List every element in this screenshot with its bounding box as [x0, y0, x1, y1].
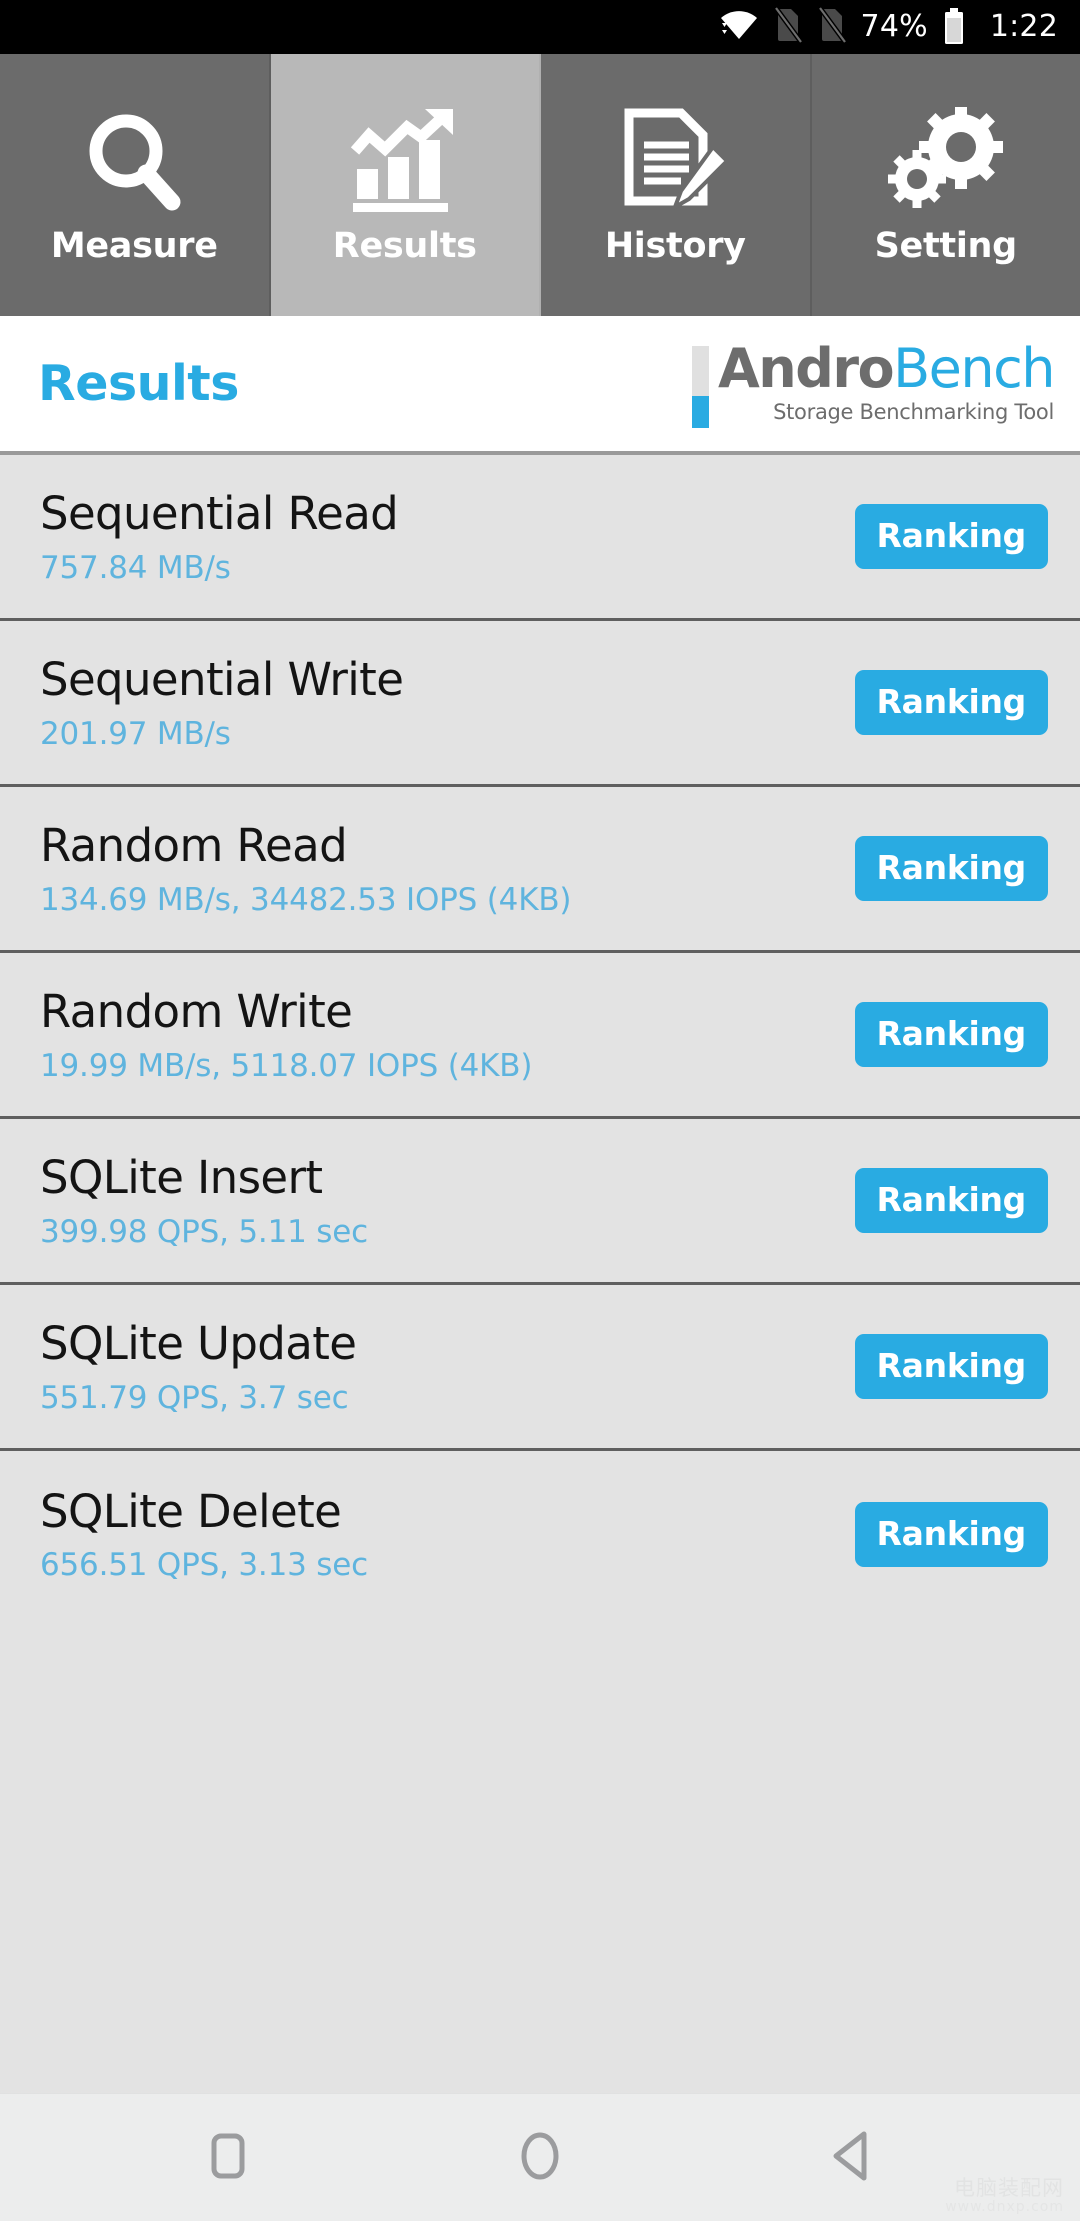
tab-setting-label: Setting	[875, 229, 1017, 264]
page-title: Results	[38, 355, 239, 412]
watermark-main: 电脑装配网	[945, 2177, 1064, 2200]
tab-history[interactable]: History	[541, 54, 812, 316]
result-name: Random Read	[40, 820, 571, 872]
ranking-button[interactable]: Ranking	[855, 504, 1048, 569]
row-text-group: Random Write 19.99 MB/s, 5118.07 IOPS (4…	[40, 986, 532, 1083]
row-text-group: Sequential Write 201.97 MB/s	[40, 654, 403, 751]
ranking-button[interactable]: Ranking	[855, 1002, 1048, 1067]
row-text-group: Sequential Read 757.84 MB/s	[40, 488, 398, 585]
clock-label: 1:22	[990, 12, 1058, 42]
result-value: 656.51 QPS, 3.13 sec	[40, 1548, 368, 1582]
result-value: 19.99 MB/s, 5118.07 IOPS (4KB)	[40, 1049, 532, 1083]
result-value: 134.69 MB/s, 34482.53 IOPS (4KB)	[40, 883, 571, 917]
table-row[interactable]: Sequential Read 757.84 MB/s Ranking	[0, 455, 1080, 621]
result-name: Sequential Read	[40, 488, 398, 540]
status-bar: 74% 1:22	[0, 0, 1080, 54]
tab-measure-label: Measure	[51, 229, 218, 264]
watermark-sub: www.dnxp.com	[945, 2200, 1064, 2215]
tab-history-label: History	[605, 229, 746, 264]
document-pencil-icon	[619, 107, 731, 215]
ranking-button[interactable]: Ranking	[855, 1502, 1048, 1567]
tab-measure[interactable]: Measure	[0, 54, 271, 316]
recents-button[interactable]	[186, 2116, 270, 2200]
androbench-logo: AndroBench Storage Benchmarking Tool	[692, 340, 1054, 428]
table-row[interactable]: SQLite Insert 399.98 QPS, 5.11 sec Ranki…	[0, 1119, 1080, 1285]
result-value: 399.98 QPS, 5.11 sec	[40, 1215, 368, 1249]
table-row[interactable]: SQLite Update 551.79 QPS, 3.7 sec Rankin…	[0, 1285, 1080, 1451]
bar-chart-trend-icon	[349, 107, 461, 215]
ranking-button[interactable]: Ranking	[855, 1334, 1048, 1399]
logo-wordmark: AndroBench	[718, 343, 1054, 396]
logo-bench: Bench	[893, 337, 1054, 400]
status-bar-right-group: 74% 1:22	[719, 6, 1058, 48]
battery-percent-label: 74%	[861, 12, 928, 42]
logo-bar-icon	[692, 346, 709, 428]
row-text-group: Random Read 134.69 MB/s, 34482.53 IOPS (…	[40, 820, 571, 917]
home-button[interactable]	[498, 2116, 582, 2200]
table-row[interactable]: Random Read 134.69 MB/s, 34482.53 IOPS (…	[0, 787, 1080, 953]
row-text-group: SQLite Update 551.79 QPS, 3.7 sec	[40, 1318, 356, 1415]
battery-icon	[942, 8, 966, 46]
square-icon	[206, 2130, 250, 2186]
ranking-button[interactable]: Ranking	[855, 836, 1048, 901]
result-name: SQLite Delete	[40, 1486, 368, 1538]
logo-subtitle: Storage Benchmarking Tool	[718, 400, 1054, 424]
watermark: 电脑装配网 www.dnxp.com	[945, 2177, 1064, 2215]
no-sim-icon	[773, 6, 803, 48]
row-text-group: SQLite Delete 656.51 QPS, 3.13 sec	[40, 1486, 368, 1583]
table-row[interactable]: SQLite Delete 656.51 QPS, 3.13 sec Ranki…	[0, 1451, 1080, 1617]
logo-text-group: AndroBench Storage Benchmarking Tool	[718, 340, 1054, 428]
page-header: Results AndroBench Storage Benchmarking …	[0, 316, 1080, 455]
results-list: Sequential Read 757.84 MB/s Ranking Sequ…	[0, 455, 1080, 2093]
result-value: 201.97 MB/s	[40, 717, 403, 751]
tab-results-label: Results	[333, 229, 477, 264]
result-name: SQLite Update	[40, 1318, 356, 1370]
tab-bar: Measure Results Histor	[0, 54, 1080, 316]
magnifier-icon	[79, 107, 189, 215]
result-name: Random Write	[40, 986, 532, 1038]
logo-andro: Andro	[718, 337, 893, 400]
tab-setting[interactable]: Setting	[812, 54, 1080, 316]
gears-icon	[887, 107, 1005, 215]
ranking-button[interactable]: Ranking	[855, 670, 1048, 735]
no-sim-icon	[817, 6, 847, 48]
result-value: 551.79 QPS, 3.7 sec	[40, 1381, 356, 1415]
tab-results[interactable]: Results	[271, 54, 542, 316]
table-row[interactable]: Random Write 19.99 MB/s, 5118.07 IOPS (4…	[0, 953, 1080, 1119]
back-button[interactable]	[810, 2116, 894, 2200]
row-text-group: SQLite Insert 399.98 QPS, 5.11 sec	[40, 1152, 368, 1249]
result-value: 757.84 MB/s	[40, 551, 398, 585]
wifi-icon	[719, 9, 759, 45]
system-navigation-bar: 电脑装配网 www.dnxp.com	[0, 2093, 1080, 2221]
table-row[interactable]: Sequential Write 201.97 MB/s Ranking	[0, 621, 1080, 787]
result-name: Sequential Write	[40, 654, 403, 706]
circle-icon	[516, 2129, 564, 2187]
triangle-left-icon	[828, 2129, 876, 2187]
ranking-button[interactable]: Ranking	[855, 1168, 1048, 1233]
list-empty-space	[0, 1617, 1080, 2090]
result-name: SQLite Insert	[40, 1152, 368, 1204]
